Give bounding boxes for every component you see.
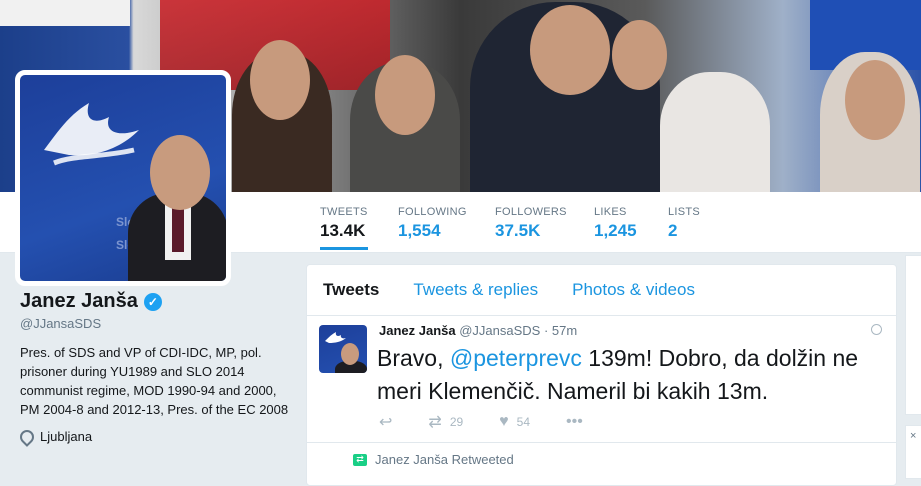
- stat-value: 1,245: [594, 221, 637, 240]
- stat-value: 1,554: [398, 221, 441, 240]
- location-text: Ljubljana: [40, 429, 93, 444]
- banner-face: [250, 40, 310, 120]
- profile-bio: Pres. of SDS and VP of CDI-IDC, MP, pol.…: [20, 345, 289, 417]
- tab-tweets-replies[interactable]: Tweets & replies: [413, 280, 538, 300]
- profile-name-row: Janez Janša ✓: [20, 290, 290, 313]
- retweet-icon: ⇄: [428, 414, 442, 431]
- stat-likes[interactable]: LIKES 1,245: [594, 206, 637, 241]
- stat-following[interactable]: FOLLOWING 1,554: [398, 206, 467, 241]
- like-button[interactable]: ♥ 54: [499, 413, 530, 431]
- banner-face: [530, 5, 610, 95]
- stat-tweets[interactable]: TWEETS 13.4K: [320, 206, 368, 250]
- stat-label: LIKES: [594, 206, 627, 218]
- stat-label: TWEETS: [320, 206, 368, 218]
- retweet-button[interactable]: ⇄ 29: [428, 412, 463, 432]
- profile-avatar[interactable]: Slove Slo: [15, 70, 231, 286]
- more-icon: •••: [566, 413, 583, 430]
- like-count: 54: [516, 415, 531, 429]
- profile-handle[interactable]: @JJansaSDS: [20, 316, 290, 331]
- verified-icon: ✓: [143, 292, 162, 311]
- timeline: Tweets Tweets & replies Photos & videos …: [306, 264, 897, 486]
- globe-icon: [871, 324, 882, 335]
- retweeted-label[interactable]: Janez Janša Retweeted: [375, 452, 514, 467]
- tweet-mention-link[interactable]: @peterprevc: [450, 345, 582, 371]
- right-sidebar-panel: ×: [905, 425, 921, 479]
- right-sidebar-panel: [905, 255, 921, 415]
- timeline-tabs: Tweets Tweets & replies Photos & videos: [307, 265, 896, 316]
- location-pin-icon: [17, 426, 37, 447]
- banner-face: [845, 60, 905, 140]
- retweeted-context: ⇄ Janez Janša Retweeted: [353, 452, 514, 467]
- retweet-icon: ⇄: [353, 453, 367, 466]
- stat-label: FOLLOWING: [398, 206, 467, 218]
- tweet-actions: ↩ ⇄ 29 ♥ 54 •••: [379, 412, 619, 432]
- stat-value: 13.4K: [320, 221, 366, 240]
- tab-photos-videos[interactable]: Photos & videos: [572, 280, 695, 300]
- tweet-header: Janez Janša @JJansaSDS · 57m: [379, 323, 577, 338]
- banner-flag-white: [0, 0, 130, 26]
- profile-location: Ljubljana: [17, 426, 290, 447]
- tweet-text: Bravo, @peterprevc 139m! Dobro, da dolži…: [377, 342, 887, 408]
- more-button[interactable]: •••: [566, 413, 583, 431]
- party-logo-icon: [44, 103, 139, 166]
- stat-lists[interactable]: LISTS 2: [668, 206, 700, 241]
- retweet-count: 29: [449, 415, 464, 429]
- stat-label: LISTS: [668, 206, 701, 218]
- stat-value: 2: [668, 221, 678, 240]
- tweet[interactable]: Janez Janša @JJansaSDS · 57m Bravo, @pet…: [307, 316, 896, 443]
- stat-label: FOLLOWERS: [495, 206, 567, 218]
- tweet-handle[interactable]: @JJansaSDS: [459, 323, 540, 338]
- tweet-avatar[interactable]: [319, 325, 367, 373]
- close-icon[interactable]: ×: [910, 430, 916, 442]
- avatar-tie: [172, 207, 184, 252]
- avatar-face: [150, 135, 210, 210]
- stat-value: 37.5K: [495, 221, 541, 240]
- banner-person: [660, 72, 770, 192]
- party-logo-icon: [325, 332, 346, 343]
- banner-face: [612, 20, 667, 90]
- tweet-avatar-face: [341, 343, 359, 365]
- reply-icon: ↩: [379, 414, 393, 431]
- tab-tweets[interactable]: Tweets: [323, 280, 379, 300]
- heart-icon: ♥: [499, 413, 509, 430]
- profile-name[interactable]: Janez Janša: [20, 290, 138, 313]
- stat-followers[interactable]: FOLLOWERS 37.5K: [495, 206, 567, 241]
- tweet-text-start: Bravo,: [377, 345, 450, 371]
- tweet-author[interactable]: Janez Janša: [379, 323, 456, 338]
- reply-button[interactable]: ↩: [379, 412, 392, 432]
- profile-card: Janez Janša ✓ @JJansaSDS Pres. of SDS an…: [17, 290, 290, 447]
- tweet-time[interactable]: · 57m: [544, 323, 577, 338]
- banner-face: [375, 55, 435, 135]
